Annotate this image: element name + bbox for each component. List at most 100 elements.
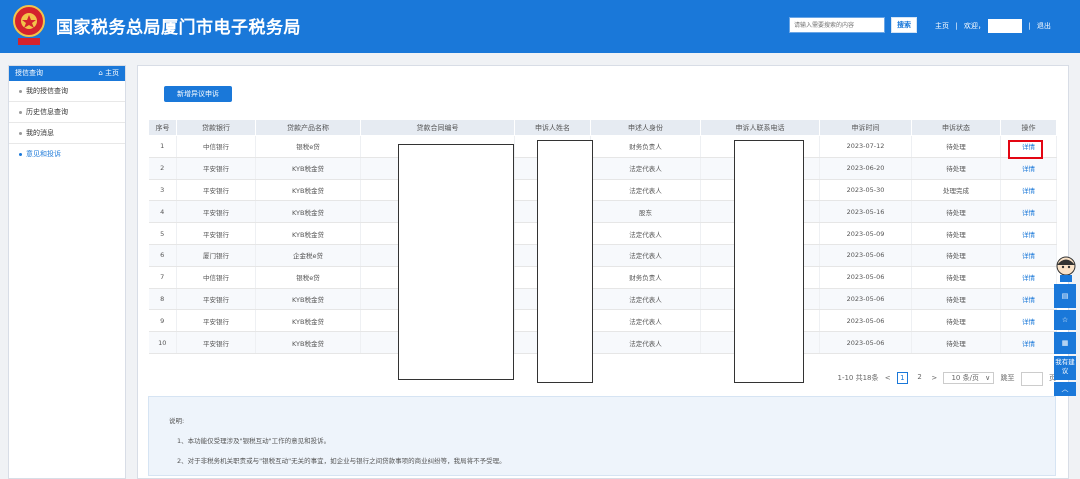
date-cell: 2023-05-06 — [819, 266, 912, 289]
detail-link[interactable]: 详情 — [1022, 187, 1035, 195]
action-cell: 详情 — [1000, 266, 1057, 289]
table-row: 4 平安银行 KYB税金贷 股东 2023-05-16 待处理 详情 — [148, 200, 1057, 224]
nav-logout-link[interactable]: 退出 — [1037, 19, 1051, 33]
pagination: 1-10 共18条 < 1 2 > 10 条/页 ∨ 跳至 页 — [833, 372, 1056, 386]
product-cell: KYB税金贷 — [255, 288, 361, 311]
redaction-box-phone — [734, 140, 804, 383]
date-cell: 2023-05-30 — [819, 179, 912, 202]
bullet-icon — [19, 110, 22, 114]
date-cell: 2023-05-09 — [819, 222, 912, 245]
page-1-button[interactable]: 1 — [896, 372, 908, 384]
nav-home-link[interactable]: 主页 — [935, 19, 949, 33]
date-cell: 2023-05-06 — [819, 244, 912, 267]
next-page-button[interactable]: > — [931, 372, 937, 384]
detail-link[interactable]: 详情 — [1022, 296, 1035, 304]
mascot-icon[interactable] — [1054, 256, 1078, 282]
table-row: 1 中信银行 银税e贷 财务负责人 2023-07-12 待处理 详情 — [148, 135, 1057, 158]
sidebar: 授信查询 ⌂ 主页 我的授信查询 历史信息查询 我的消息 意见和投诉 — [8, 65, 126, 479]
role-cell: 法定代表人 — [590, 179, 701, 202]
page-2-button[interactable]: 2 — [914, 372, 925, 384]
top-nav: 主页 | 欢迎， | 退出 — [935, 19, 1051, 33]
date-cell: 2023-05-16 — [819, 200, 912, 224]
role-cell: 股东 — [590, 200, 701, 224]
status-cell: 待处理 — [911, 288, 1001, 311]
feedback-tool-button[interactable]: ▤ — [1054, 284, 1076, 308]
sidebar-item-label: 意见和投诉 — [26, 150, 61, 158]
column-header: 申诉人姓名 — [514, 119, 591, 136]
role-cell: 财务负责人 — [590, 266, 701, 289]
bullet-icon — [19, 131, 22, 135]
role-cell: 法定代表人 — [590, 309, 701, 333]
date-cell: 2023-07-12 — [819, 135, 912, 158]
page-size-select[interactable]: 10 条/页 ∨ — [943, 372, 995, 384]
action-cell: 详情 — [1000, 309, 1057, 333]
sidebar-header: 授信查询 ⌂ 主页 — [9, 66, 125, 81]
product-cell: KYB税金贷 — [255, 179, 361, 202]
favorite-tool-button[interactable]: ☆ — [1054, 310, 1076, 330]
star-icon: ☆ — [1061, 316, 1069, 324]
appeals-table: 序号 贷款银行 贷款产品名称 贷款合同编号 申诉人姓名 申述人身份 申诉人联系电… — [148, 119, 1057, 354]
sidebar-item-my-credit[interactable]: 我的授信查询 — [9, 81, 125, 102]
product-cell: KYB税金贷 — [255, 331, 361, 354]
redacted-username — [988, 19, 1023, 33]
bank-cell: 平安银行 — [176, 222, 256, 245]
jump-page-input[interactable] — [1020, 372, 1043, 386]
form-icon: ▤ — [1061, 292, 1069, 300]
action-cell: 详情 — [1000, 222, 1057, 245]
bank-cell: 中信银行 — [176, 266, 256, 289]
sidebar-item-label: 我的消息 — [26, 129, 54, 137]
role-cell: 法定代表人 — [590, 288, 701, 311]
bank-cell: 中信银行 — [176, 135, 256, 158]
calculator-tool-button[interactable]: ▦ — [1054, 332, 1076, 354]
product-cell: KYB税金贷 — [255, 200, 361, 224]
search-input[interactable] — [789, 17, 885, 33]
bank-cell: 平安银行 — [176, 288, 256, 311]
calculator-icon: ▦ — [1061, 339, 1069, 347]
column-header: 贷款银行 — [176, 119, 256, 136]
notes-panel: 说明: 1、本功能仅受理涉及"银税互动"工作的意见和投诉。 2、对于非税务机关职… — [148, 396, 1056, 476]
product-cell: KYB税金贷 — [255, 222, 361, 245]
status-cell: 待处理 — [911, 244, 1001, 267]
action-cell: 详情 — [1000, 157, 1057, 180]
date-cell: 2023-05-06 — [819, 309, 912, 333]
detail-link[interactable]: 详情 — [1022, 231, 1035, 239]
table-row: 10 平安银行 KYB税金贷 法定代表人 2023-05-06 待处理 详情 — [148, 331, 1057, 354]
detail-link[interactable]: 详情 — [1022, 274, 1035, 282]
detail-link[interactable]: 详情 — [1022, 252, 1035, 260]
row-number: 8 — [148, 288, 177, 311]
role-cell: 财务负责人 — [590, 135, 701, 158]
status-cell: 待处理 — [911, 222, 1001, 245]
action-cell: 详情 — [1000, 200, 1057, 224]
row-number: 2 — [148, 157, 177, 180]
redaction-box-contract — [398, 144, 514, 380]
scroll-top-button[interactable]: ︿ — [1054, 382, 1076, 396]
detail-link[interactable]: 详情 — [1022, 318, 1035, 326]
role-cell: 法定代表人 — [590, 222, 701, 245]
detail-link[interactable]: 详情 — [1022, 165, 1035, 173]
sidebar-home-link[interactable]: ⌂ 主页 — [98, 66, 119, 81]
role-cell: 法定代表人 — [590, 244, 701, 267]
column-header: 申诉状态 — [911, 119, 1001, 136]
new-appeal-button[interactable]: 新增异议申诉 — [164, 86, 232, 102]
row-number: 5 — [148, 222, 177, 245]
product-cell: 银税e贷 — [255, 266, 361, 289]
detail-link[interactable]: 详情 — [1022, 209, 1035, 217]
prev-page-button[interactable]: < — [885, 372, 891, 384]
product-cell: KYB税金贷 — [255, 309, 361, 333]
floating-toolbar: ▤ ☆ ▦ 我有建议 ︿ — [1054, 256, 1080, 398]
table-row: 9 平安银行 KYB税金贷 法定代表人 2023-05-06 待处理 详情 — [148, 309, 1057, 333]
column-header: 序号 — [148, 119, 177, 136]
column-header: 申诉人联系电话 — [700, 119, 820, 136]
table-header-row: 序号 贷款银行 贷款产品名称 贷款合同编号 申诉人姓名 申述人身份 申诉人联系电… — [148, 119, 1057, 136]
action-cell: 详情 — [1000, 179, 1057, 202]
bank-cell: 平安银行 — [176, 179, 256, 202]
search-button[interactable]: 搜索 — [891, 17, 917, 33]
detail-link[interactable]: 详情 — [1022, 340, 1035, 348]
sidebar-item-feedback[interactable]: 意见和投诉 — [9, 144, 125, 165]
suggest-button[interactable]: 我有建议 — [1054, 356, 1076, 380]
sidebar-item-history[interactable]: 历史信息查询 — [9, 102, 125, 123]
column-header: 贷款产品名称 — [255, 119, 361, 136]
sidebar-item-messages[interactable]: 我的消息 — [9, 123, 125, 144]
status-cell: 待处理 — [911, 266, 1001, 289]
row-number: 9 — [148, 309, 177, 333]
